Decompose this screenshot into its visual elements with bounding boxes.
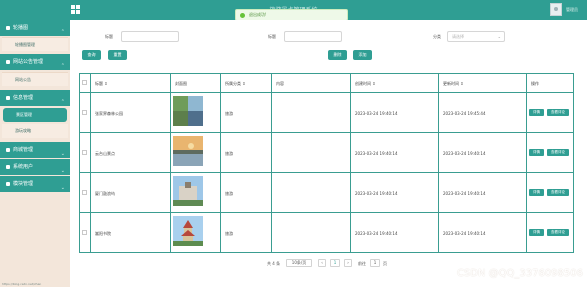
sidebar-item-notice[interactable]: 网站公告 <box>2 72 68 86</box>
view-comments-button[interactable]: 查看评论 <box>547 229 569 236</box>
prev-page-button[interactable]: ‹ <box>318 259 326 267</box>
col-header-cover: 封面图 <box>175 81 187 86</box>
row-updated: 2023-03-24 19:45:44 <box>443 111 486 116</box>
avatar[interactable] <box>550 3 562 16</box>
app-window: 首页 轮播图 ⌃ 轮播图管理 网站公告管理 ⌃ 网站公告 信息管理 ⌃ 景区管理… <box>0 0 587 287</box>
cover-image <box>173 176 203 206</box>
cart-icon <box>6 148 10 152</box>
sidebar-group-label: 网站公告管理 <box>13 59 44 65</box>
toast-text: 退出成功! <box>249 12 267 17</box>
row-checkbox[interactable] <box>82 110 87 115</box>
row-created: 2023-03-24 19:40:14 <box>355 111 398 116</box>
detail-button[interactable]: 详情 <box>529 109 544 116</box>
sidebar-item-label: 景区管理 <box>16 112 32 117</box>
reset-button[interactable]: 重置 <box>108 50 127 60</box>
add-button[interactable]: 添加 <box>353 50 372 60</box>
sidebar-group-carousel[interactable]: 轮播图 ⌃ <box>0 20 70 36</box>
page-unit-label: 页 <box>383 261 387 266</box>
row-created: 2023-03-24 19:40:14 <box>355 191 398 196</box>
chevron-down-icon: ⌄ <box>60 185 65 191</box>
row-checkbox[interactable] <box>82 230 87 235</box>
sidebar-group-notice[interactable]: 网站公告管理 ⌃ <box>0 54 70 70</box>
delete-button[interactable]: 删除 <box>328 50 347 60</box>
page-size-select[interactable]: 10条/页 <box>286 259 312 267</box>
col-header-category[interactable]: 所属分类 ⇕ <box>225 81 246 87</box>
goto-page-input[interactable]: 1 <box>370 259 380 267</box>
query-button[interactable]: 查询 <box>82 50 101 60</box>
sidebar-group-info[interactable]: 信息管理 ⌃ <box>0 90 70 106</box>
data-table: 标题 ⇕ 封面图 所属分类 ⇕ 内容 创建时间 ⇕ 更新时间 ⇕ 操作 张家界森… <box>79 73 574 253</box>
user-name[interactable]: 管理员 <box>566 7 578 13</box>
sidebar-group-shop[interactable]: 商城管理 ⌄ <box>0 142 70 158</box>
page-number-current[interactable]: 1 <box>330 259 340 267</box>
sidebar: 首页 轮播图 ⌃ 轮播图管理 网站公告管理 ⌃ 网站公告 信息管理 ⌃ 景区管理… <box>0 0 70 287</box>
title-label-2: 标题 <box>268 34 276 39</box>
row-updated: 2023-03-24 19:40:14 <box>443 191 486 196</box>
pager-total: 共 4 条 <box>267 261 281 266</box>
sidebar-item-scenic[interactable]: 景区管理 <box>3 108 67 122</box>
sidebar-group-label: 商城管理 <box>13 147 34 153</box>
row-category: 旅游 <box>225 151 233 156</box>
row-category: 旅游 <box>225 231 233 236</box>
cover-image <box>173 96 203 126</box>
sidebar-group-label: 轮播图 <box>13 25 29 31</box>
detail-button[interactable]: 详情 <box>529 149 544 156</box>
next-page-button[interactable]: › <box>344 259 352 267</box>
sidebar-group-label: 系统用户 <box>13 164 34 170</box>
category-label: 分类 <box>433 34 441 39</box>
check-icon <box>240 13 245 18</box>
sidebar-group-modules[interactable]: 模块管理 ⌄ <box>0 176 70 192</box>
view-comments-button[interactable]: 查看评论 <box>547 149 569 156</box>
row-category: 旅游 <box>225 111 233 116</box>
detail-button[interactable]: 详情 <box>529 229 544 236</box>
row-created: 2023-03-24 19:40:14 <box>355 231 398 236</box>
cover-image <box>173 216 203 246</box>
row-checkbox[interactable] <box>82 190 87 195</box>
user-icon <box>6 165 10 169</box>
image-icon <box>6 26 10 30</box>
sidebar-item-carousel-manage[interactable]: 轮播图管理 <box>2 37 68 51</box>
col-header-title[interactable]: 标题 ⇕ <box>95 81 108 87</box>
category-placeholder: 请选择 <box>452 34 464 39</box>
row-title: 云台山景点 <box>95 151 115 156</box>
detail-button[interactable]: 详情 <box>529 189 544 196</box>
chevron-down-icon: ⌄ <box>497 34 501 39</box>
row-checkbox[interactable] <box>82 150 87 155</box>
select-all-checkbox[interactable] <box>82 80 87 85</box>
category-select[interactable]: 请选择 ⌄ <box>447 31 505 42</box>
sidebar-group-label: 模块管理 <box>13 181 34 187</box>
title-label: 标题 <box>105 34 113 39</box>
row-created: 2023-03-24 19:40:14 <box>355 151 398 156</box>
col-header-content: 内容 <box>276 81 284 86</box>
row-category: 旅游 <box>225 191 233 196</box>
notice-icon <box>6 60 10 64</box>
grid-icon <box>6 182 10 186</box>
title-input[interactable] <box>121 31 179 42</box>
row-title: 厦门鼓浪屿 <box>95 191 115 196</box>
sidebar-item-label: 轮播图管理 <box>15 42 35 47</box>
col-header-created[interactable]: 创建时间 ⇕ <box>355 81 376 87</box>
location-icon <box>6 96 10 100</box>
row-title: 张家界森林公园 <box>95 111 123 116</box>
goto-label: 前往 <box>358 261 366 266</box>
sidebar-item-label: 游玩攻略 <box>15 128 31 133</box>
sidebar-item-guide[interactable]: 游玩攻略 <box>2 124 68 138</box>
row-updated: 2023-03-24 19:40:14 <box>443 151 486 156</box>
sidebar-group-label: 信息管理 <box>13 95 34 101</box>
view-comments-button[interactable]: 查看评论 <box>547 189 569 196</box>
col-header-updated[interactable]: 更新时间 ⇕ <box>443 81 464 87</box>
view-comments-button[interactable]: 查看评论 <box>547 109 569 116</box>
cover-image <box>173 136 203 166</box>
sidebar-item-label: 网站公告 <box>15 77 31 82</box>
sidebar-group-users[interactable]: 系统用户 ⌄ <box>0 159 70 175</box>
footer-link: https://blog.csdn.net/zhan <box>2 282 42 286</box>
title-input-2[interactable] <box>284 31 342 42</box>
row-title: 嵩阳书院 <box>95 231 111 236</box>
watermark: CSDN @QQ_3376098506 <box>456 268 583 279</box>
row-updated: 2023-03-24 19:40:14 <box>443 231 486 236</box>
col-header-actions: 操作 <box>531 81 539 86</box>
